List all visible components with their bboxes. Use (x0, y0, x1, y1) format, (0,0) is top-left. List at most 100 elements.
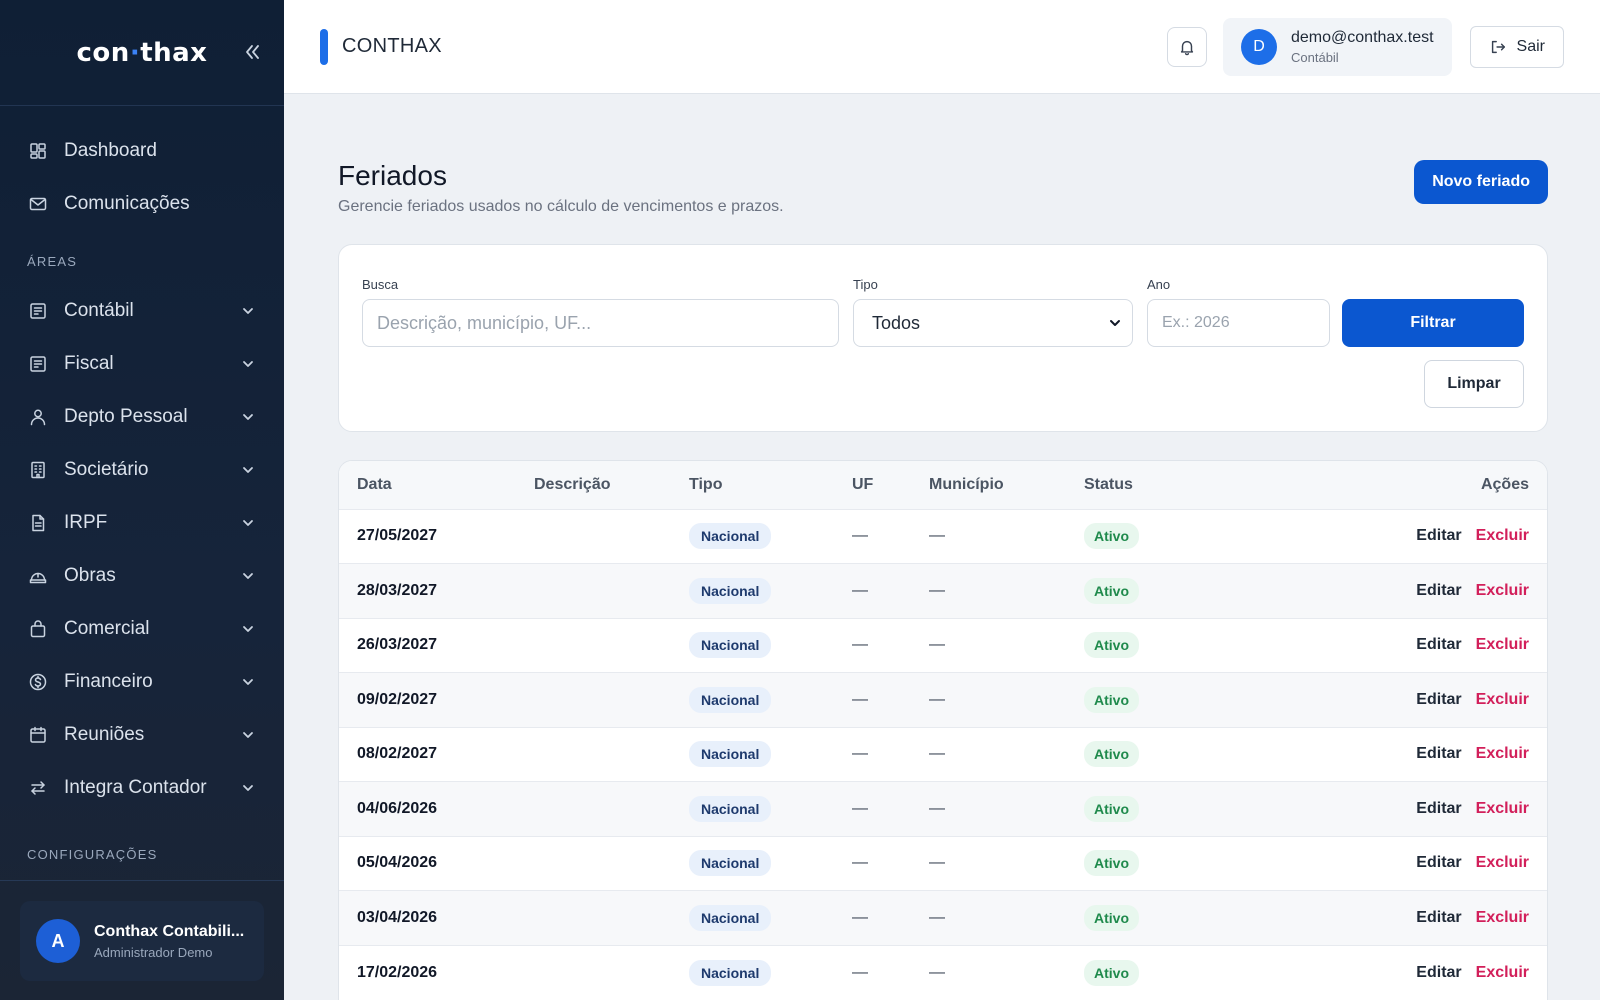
cell-municipio: — (911, 672, 1066, 727)
cell-status: Ativo (1066, 890, 1249, 945)
status-badge: Ativo (1084, 850, 1139, 877)
sidebar-item-financeiro[interactable]: Financeiro (0, 655, 284, 708)
sidebar-item-irpf[interactable]: IRPF (0, 496, 284, 549)
cell-uf: — (834, 835, 911, 891)
sidebar-item-fiscal[interactable]: Fiscal (0, 337, 284, 390)
edit-button[interactable]: Editar (1416, 745, 1461, 762)
sidebar-item-obras[interactable]: Obras (0, 549, 284, 602)
new-holiday-button[interactable]: Novo feriado (1414, 160, 1548, 204)
type-badge: Nacional (689, 741, 772, 768)
sidebar-item-label: Financeiro (64, 670, 153, 692)
user-role: Contábil (1291, 49, 1339, 65)
delete-button[interactable]: Excluir (1476, 964, 1529, 981)
chevron-down-icon (243, 466, 253, 473)
sidebar-item-dashboard[interactable]: Dashboard (0, 124, 284, 177)
cell-status: Ativo (1066, 563, 1249, 618)
col-header-tipo: Tipo (671, 461, 834, 509)
type-select[interactable]: Todos (853, 299, 1133, 347)
sidebar-item-comercial[interactable]: Comercial (0, 602, 284, 655)
delete-button[interactable]: Excluir (1476, 636, 1529, 653)
cell-uf: — (834, 726, 911, 782)
delete-button[interactable]: Excluir (1476, 909, 1529, 926)
sidebar-item-label: Dashboard (64, 139, 157, 161)
type-select-value: Todos (872, 312, 921, 333)
chevron-down-icon (243, 360, 253, 367)
sidebar-item-label: Societário (64, 458, 149, 480)
edit-button[interactable]: Editar (1416, 691, 1461, 708)
delete-button[interactable]: Excluir (1476, 527, 1529, 544)
chevron-down-icon (243, 784, 253, 791)
ledger-icon (30, 355, 46, 372)
user-menu[interactable]: D demo@conthax.test Contábil (1223, 17, 1452, 76)
delete-button[interactable]: Excluir (1476, 582, 1529, 599)
delete-button[interactable]: Excluir (1476, 800, 1529, 817)
cell-tipo: Nacional (671, 781, 834, 836)
notifications-button[interactable] (1167, 26, 1207, 67)
cell-uf: — (834, 563, 911, 618)
sidebar-item-depto-pessoal[interactable]: Depto Pessoal (0, 390, 284, 443)
type-badge: Nacional (689, 686, 772, 713)
table-row: 03/04/2026 Nacional — — Ativo Editar Excluir (339, 890, 1547, 945)
user-icon (30, 409, 46, 425)
collapse-sidebar-button[interactable] (238, 38, 266, 66)
filter-button[interactable]: Filtrar (1342, 299, 1524, 347)
user-avatar: D (1241, 28, 1277, 65)
topbar: CONTHAX D demo@conthax.test Contábil Sai… (284, 0, 1600, 94)
cell-status: Ativo (1066, 944, 1249, 1000)
cell-uf: — (834, 672, 911, 727)
edit-button[interactable]: Editar (1416, 854, 1461, 871)
cell-acoes: Editar Excluir (1248, 944, 1547, 1000)
status-badge: Ativo (1084, 686, 1139, 713)
type-label: Tipo (853, 277, 878, 292)
chevron-down-icon (243, 519, 253, 526)
cell-data: 17/02/2026 (339, 944, 516, 1000)
cell-acoes: Editar Excluir (1248, 617, 1547, 673)
search-label: Busca (362, 277, 399, 292)
table-header-row: Data Descrição Tipo UF Município Status … (339, 461, 1547, 509)
edit-button[interactable]: Editar (1416, 527, 1461, 544)
search-input[interactable]: Descrição, município, UF... (362, 299, 839, 347)
table-row: 26/03/2027 Nacional — — Ativo Editar Excluir (339, 617, 1547, 673)
col-header-municipio: Município (911, 461, 1066, 509)
sidebar-item-reunioes[interactable]: Reuniões (0, 708, 284, 761)
sidebar: con·thax Dashboard Comunicações ÁREAS Contá… (0, 0, 284, 1000)
calendar-icon (30, 726, 46, 743)
status-badge: Ativo (1084, 523, 1139, 550)
delete-button[interactable]: Excluir (1476, 854, 1529, 871)
year-label: Ano (1147, 277, 1171, 292)
table-row: 04/06/2026 Nacional — — Ativo Editar Excluir (339, 781, 1547, 836)
double-chevron-left-icon (246, 45, 259, 59)
sidebar-item-comunicacoes[interactable]: Comunicações (0, 177, 284, 230)
table-row: 08/02/2027 Nacional — — Ativo Editar Excluir (339, 726, 1547, 782)
account-role: Administrador Demo (94, 944, 213, 960)
status-badge: Ativo (1084, 904, 1139, 931)
cell-acoes: Editar Excluir (1248, 890, 1547, 945)
logo: con·thax (76, 37, 208, 68)
filter-panel: Busca Descrição, município, UF... Tipo T… (338, 244, 1548, 432)
edit-button[interactable]: Editar (1416, 964, 1461, 981)
cell-data: 03/04/2026 (339, 890, 516, 945)
logout-button[interactable]: Sair (1469, 25, 1564, 68)
sidebar-item-societario[interactable]: Societário (0, 443, 284, 496)
chevron-down-icon (243, 413, 253, 420)
delete-button[interactable]: Excluir (1476, 745, 1529, 762)
sidebar-item-integra-contador[interactable]: Integra Contador (0, 761, 284, 814)
sidebar-header: con·thax (0, 0, 284, 106)
cell-status: Ativo (1066, 617, 1249, 673)
cell-data: 04/06/2026 (339, 781, 516, 836)
account-card[interactable]: A Conthax Contabili... Administrador Dem… (20, 901, 264, 981)
edit-button[interactable]: Editar (1416, 582, 1461, 599)
account-name: Conthax Contabili... (94, 922, 245, 940)
cell-descricao (516, 617, 671, 673)
edit-button[interactable]: Editar (1416, 800, 1461, 817)
clear-button[interactable]: Limpar (1424, 360, 1524, 408)
sidebar-item-contabil[interactable]: Contábil (0, 284, 284, 337)
edit-button[interactable]: Editar (1416, 636, 1461, 653)
sidebar-item-label: Contábil (64, 299, 134, 321)
app-title: CONTHAX (342, 35, 442, 57)
edit-button[interactable]: Editar (1416, 909, 1461, 926)
type-badge: Nacional (689, 632, 772, 659)
cell-acoes: Editar Excluir (1248, 726, 1547, 782)
delete-button[interactable]: Excluir (1476, 691, 1529, 708)
year-input[interactable]: Ex.: 2026 (1147, 299, 1330, 347)
